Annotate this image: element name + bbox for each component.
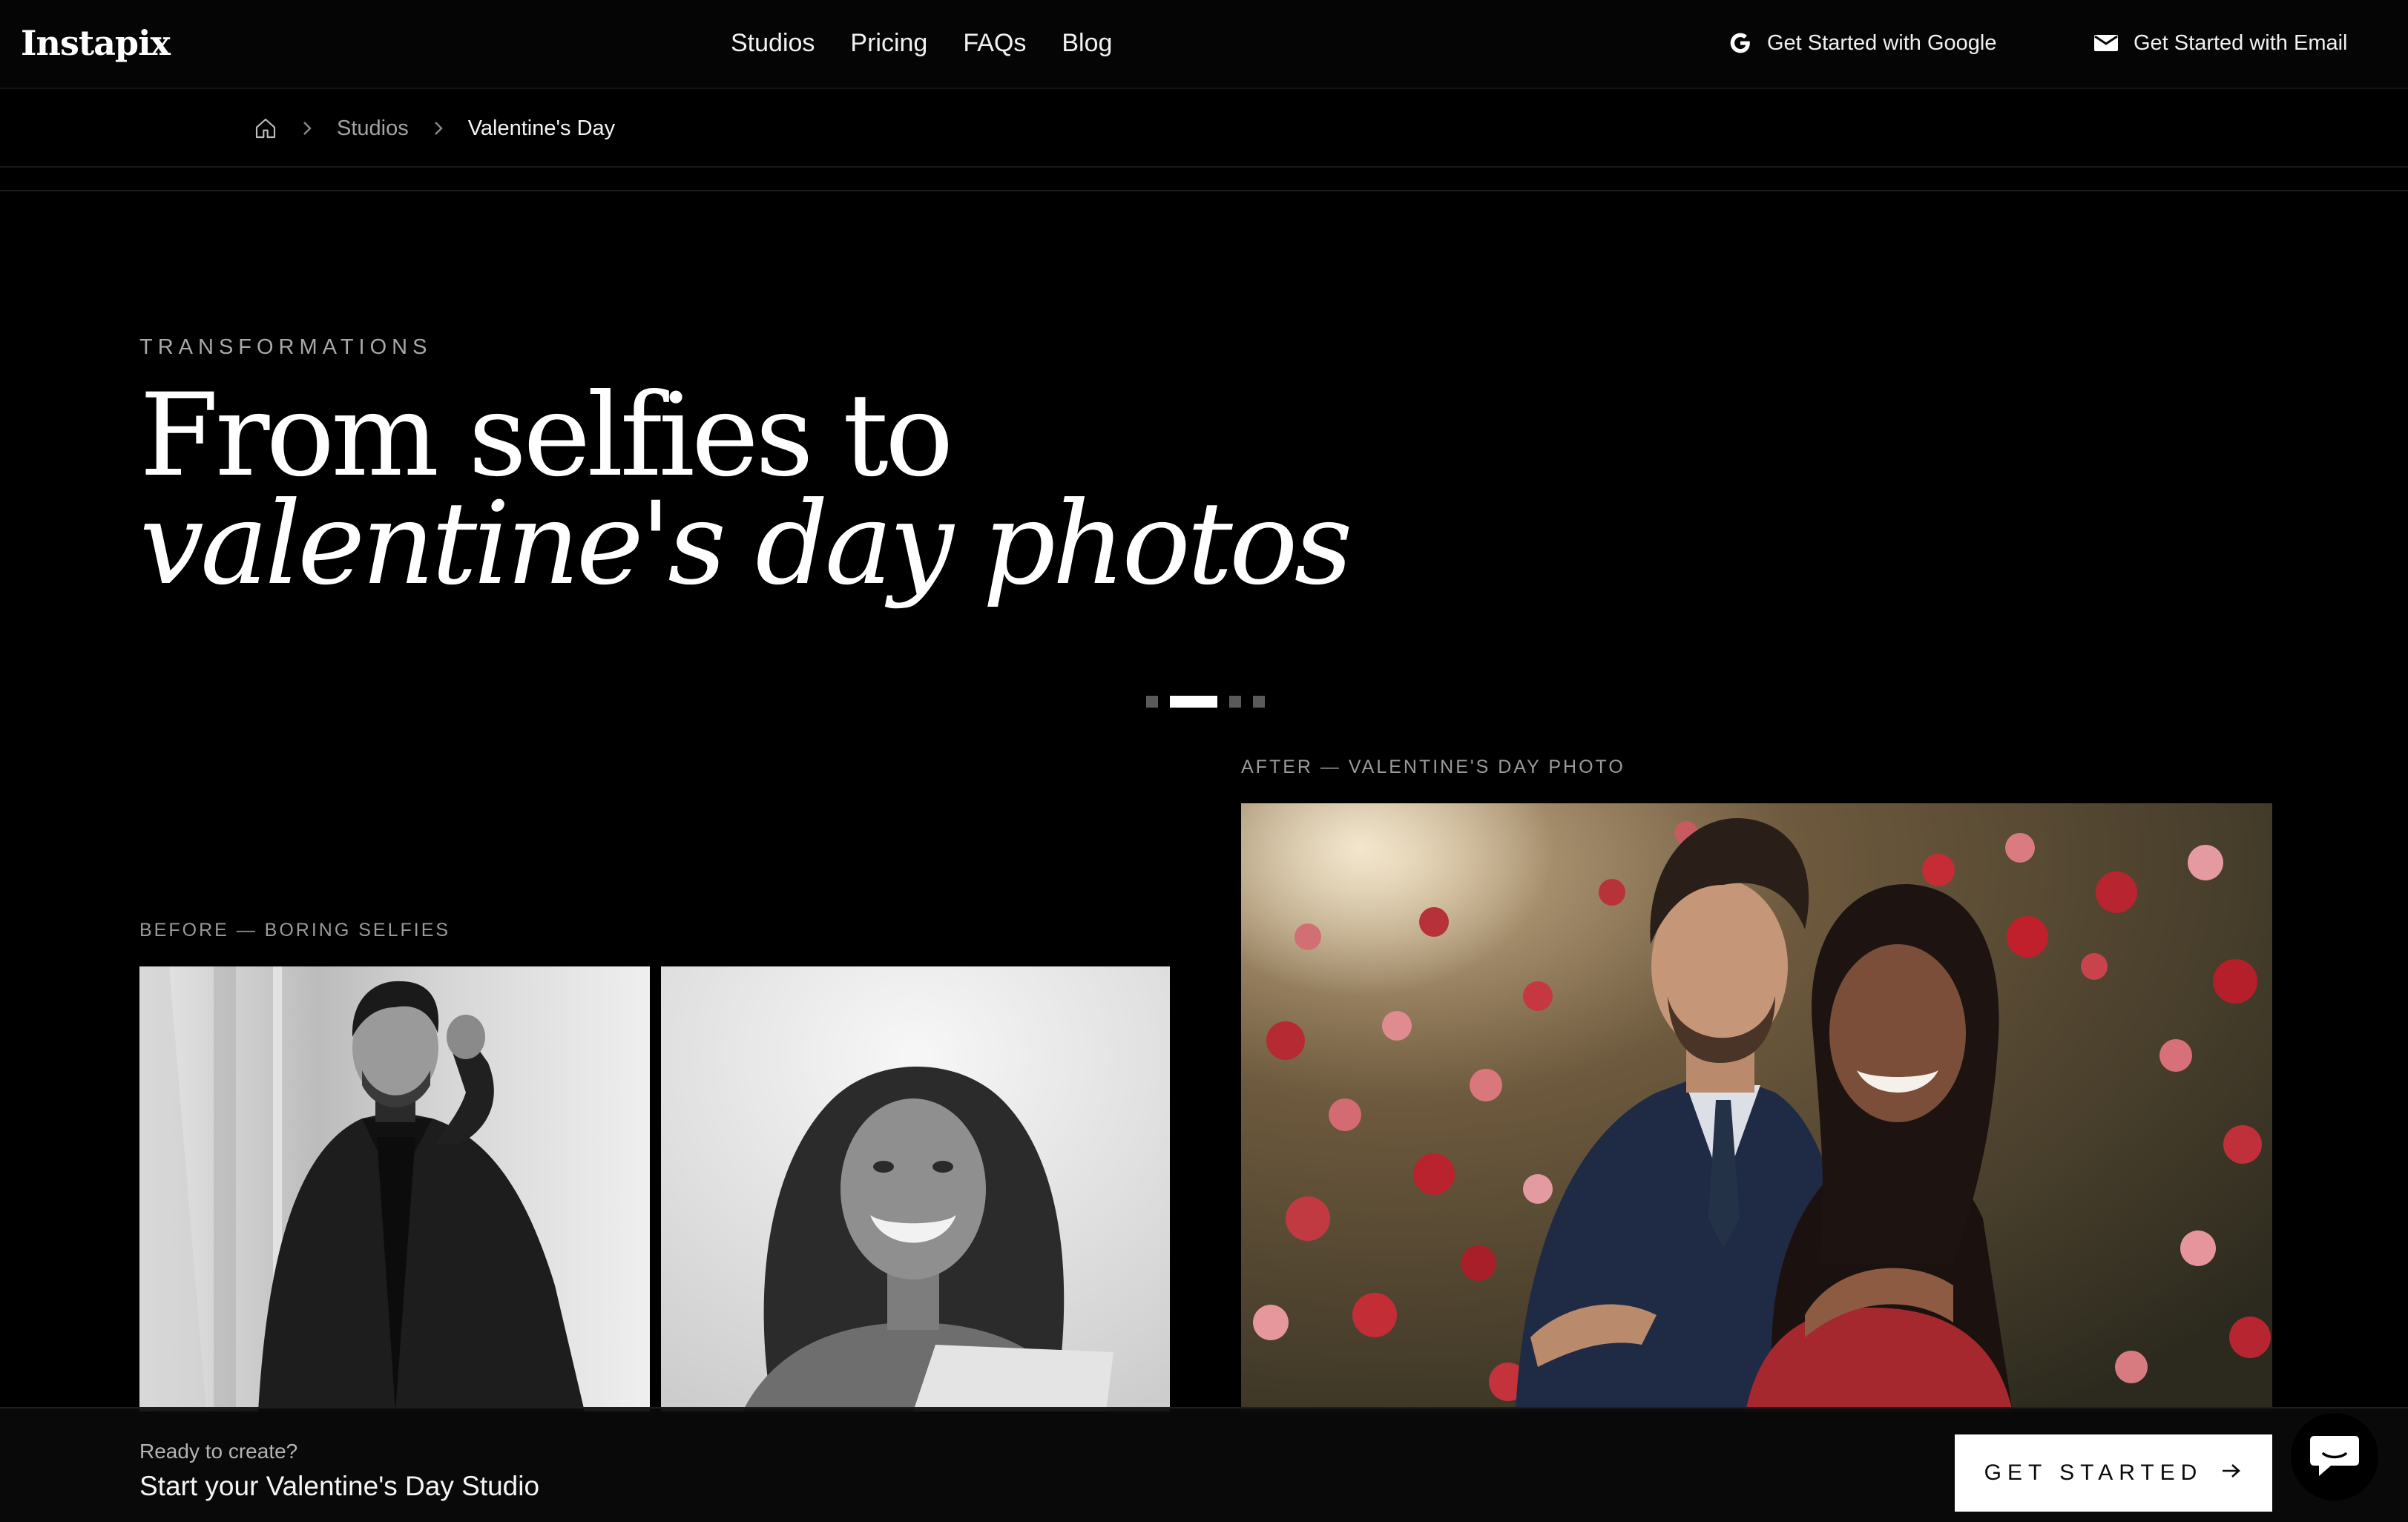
get-started-google-button[interactable]: Get Started with Google — [1728, 22, 1997, 64]
section-eyebrow: TRANSFORMATIONS — [139, 335, 432, 359]
breadcrumb: Studios Valentine's Day — [254, 89, 615, 168]
logo[interactable]: Instapix — [21, 21, 171, 65]
google-icon — [1728, 31, 1752, 55]
breadcrumb-bar: Studios Valentine's Day — [0, 89, 2408, 168]
main-nav: Studios Pricing FAQs Blog — [731, 22, 1112, 64]
hero-headline-line2: valentine's day photos — [139, 478, 1353, 610]
cta-title: Start your Valentine's Day Studio — [139, 1471, 540, 1501]
nav-blog[interactable]: Blog — [1062, 22, 1112, 64]
get-started-email-button[interactable]: Get Started with Email — [2093, 22, 2348, 64]
breadcrumb-studios[interactable]: Studios — [337, 116, 409, 141]
carousel-dot-2-active[interactable] — [1170, 696, 1217, 708]
mail-icon — [2093, 33, 2119, 53]
breadcrumb-current: Valentine's Day — [467, 116, 616, 140]
arrow-right-icon — [2220, 1460, 2243, 1486]
get-started-label: GET STARTED — [1984, 1460, 2203, 1485]
after-photo-couple — [1241, 803, 2272, 1411]
get-started-button[interactable]: GET STARTED — [1955, 1434, 2272, 1512]
nav-pricing[interactable]: Pricing — [850, 22, 927, 64]
carousel-dot-4[interactable] — [1253, 696, 1265, 708]
before-photo-woman — [661, 966, 1170, 1411]
chevron-right-icon — [300, 119, 315, 137]
chevron-right-icon — [431, 119, 446, 137]
chat-launcher-button[interactable] — [2291, 1413, 2378, 1500]
nav-faqs[interactable]: FAQs — [963, 22, 1026, 64]
before-label: BEFORE — BORING SELFIES — [139, 920, 451, 940]
before-photo-man — [139, 966, 650, 1411]
cta-kicker: Ready to create? — [139, 1440, 298, 1463]
google-button-label: Get Started with Google — [1767, 30, 1997, 55]
hero-headline: From selfies to valentine's day photos — [139, 369, 1353, 610]
email-button-label: Get Started with Email — [2134, 30, 2348, 55]
carousel-dot-1[interactable] — [1146, 696, 1158, 708]
top-navigation: Instapix Studios Pricing FAQs Blog Get S… — [0, 0, 2408, 89]
hero-headline-line1: From selfies to — [139, 369, 954, 502]
chat-icon — [2309, 1432, 2361, 1483]
carousel-indicators — [1146, 696, 1265, 708]
sticky-cta-bar: Ready to create? Start your Valentine's … — [0, 1407, 2408, 1522]
home-icon[interactable] — [254, 116, 277, 140]
carousel-dot-3[interactable] — [1229, 696, 1241, 708]
after-label: AFTER — VALENTINE'S DAY PHOTO — [1241, 757, 1625, 777]
divider — [0, 190, 2408, 191]
nav-studios[interactable]: Studios — [731, 22, 815, 64]
